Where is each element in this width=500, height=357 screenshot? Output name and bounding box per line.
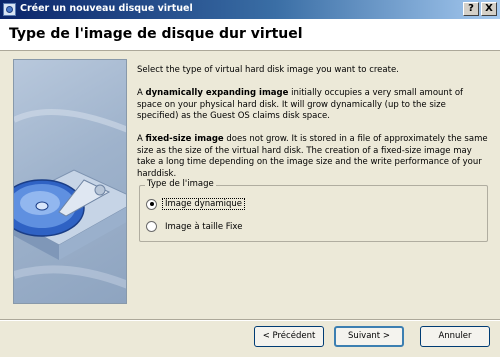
- image-type-legend: Type de l'image: [145, 179, 216, 189]
- intro-text: Select the type of virtual hard disk ima…: [137, 65, 399, 75]
- footer-separator: [0, 319, 500, 321]
- fixed-term: fixed-size image: [145, 134, 224, 144]
- radio-fixed-label[interactable]: Image à taille Fixe: [162, 222, 245, 232]
- radio-dynamic-label[interactable]: Image dynamique: [162, 198, 245, 210]
- app-disk-icon: [3, 3, 16, 16]
- page-title: Type de l'image de disque dur virtuel: [9, 26, 303, 42]
- previous-button[interactable]: < Précédent: [254, 326, 324, 347]
- radio-fixed-image[interactable]: Image à taille Fixe: [146, 221, 245, 232]
- dynamic-description: A dynamically expanding image initially …: [137, 88, 464, 121]
- image-type-groupbox: [139, 185, 488, 242]
- close-button[interactable]: X: [481, 2, 497, 16]
- dynamic-term: dynamically expanding image: [145, 88, 289, 98]
- radio-button-checked[interactable]: [146, 198, 157, 210]
- radio-button-unchecked[interactable]: [146, 221, 157, 232]
- window-title: Créer un nouveau disque virtuel: [20, 3, 193, 14]
- next-button[interactable]: Suivant >: [334, 326, 404, 347]
- wizard-header: Type de l'image de disque dur virtuel: [0, 19, 500, 51]
- window-titlebar[interactable]: Créer un nouveau disque virtuel ? X: [0, 0, 500, 19]
- help-button[interactable]: ?: [463, 2, 479, 16]
- radio-dynamic-image[interactable]: Image dynamique: [146, 198, 245, 210]
- hard-disk-illustration: [13, 59, 127, 304]
- fixed-description: A fixed-size image does not grow. It is …: [137, 134, 488, 179]
- cancel-button[interactable]: Annuler: [420, 326, 490, 347]
